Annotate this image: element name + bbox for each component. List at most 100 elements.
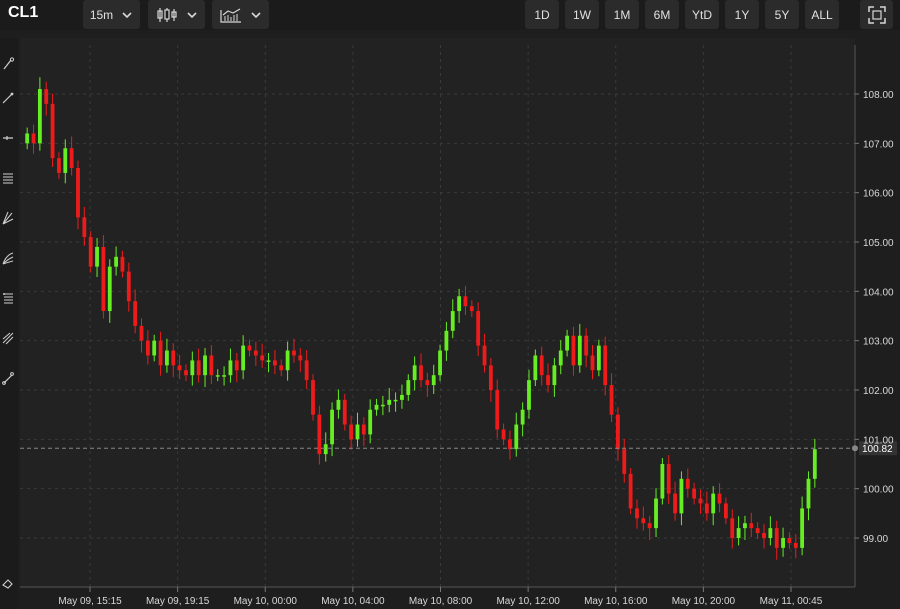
candle-body — [755, 528, 760, 534]
range-button-1w[interactable]: 1W — [565, 0, 599, 29]
fib-retracement-icon — [2, 173, 13, 184]
candle — [704, 491, 709, 521]
candle — [355, 412, 360, 447]
price-chart[interactable]: 100.82 108.00 107.00 106.00 105.00 104.00 103… — [0, 0, 900, 609]
candle — [476, 302, 481, 356]
x-tick-label: May 09, 15:15 — [58, 596, 122, 607]
candle — [380, 395, 385, 416]
interval-dropdown[interactable]: 15m — [83, 0, 140, 29]
chart-toolbar: CL1 15m 1D 1W 1M 6M YtD 1Y 5Y ALL — [0, 0, 900, 30]
y-tick-label: 103.00 — [863, 337, 894, 348]
candle-body — [222, 375, 226, 377]
candle — [330, 402, 334, 457]
candle-body — [501, 429, 506, 440]
trend-line-tool[interactable] — [0, 84, 15, 112]
candle — [520, 402, 525, 437]
candle-body — [711, 493, 716, 514]
eraser-tool[interactable] — [0, 569, 15, 597]
candle — [723, 497, 728, 525]
candle-body — [31, 133, 36, 144]
drawing-tools-sidebar — [0, 38, 18, 609]
candle — [133, 289, 138, 334]
candle — [577, 323, 582, 373]
fib-retracement-tool[interactable] — [0, 164, 15, 192]
candle-body — [165, 350, 169, 366]
fullscreen-button[interactable] — [860, 0, 893, 29]
candle — [241, 335, 246, 380]
y-tick-label: 108.00 — [863, 90, 894, 101]
indicators-dropdown[interactable] — [212, 0, 269, 29]
measure-tool[interactable] — [0, 364, 15, 392]
candle — [558, 340, 563, 375]
candle-body — [107, 266, 112, 312]
range-label: 1Y — [734, 7, 750, 22]
candle — [546, 363, 550, 393]
candle — [641, 506, 646, 531]
range-label: 1M — [613, 7, 631, 22]
candle — [768, 516, 773, 546]
range-label: 1W — [573, 7, 591, 22]
chart-type-dropdown[interactable] — [148, 0, 205, 29]
candle — [774, 520, 779, 560]
candle-body — [317, 414, 322, 455]
candle — [495, 379, 500, 439]
chevron-down-icon — [250, 11, 261, 18]
fib-fan-tool[interactable] — [0, 244, 15, 272]
candle — [793, 534, 798, 559]
fib-extension-tool[interactable] — [0, 324, 15, 352]
candle — [266, 353, 271, 373]
candle-body — [279, 365, 284, 371]
candle-body — [476, 311, 481, 346]
candle-body — [539, 355, 544, 376]
candle — [57, 152, 61, 179]
range-button-ytd[interactable]: YtD — [685, 0, 719, 29]
candle-body — [361, 424, 366, 435]
candle — [260, 343, 265, 368]
candle — [165, 338, 169, 373]
candle — [590, 345, 595, 380]
candle-body — [234, 360, 239, 371]
brush-tool[interactable] — [0, 50, 15, 78]
candle — [787, 532, 792, 549]
range-button-all[interactable]: ALL — [805, 0, 839, 29]
indicators-icon — [219, 7, 241, 23]
candle — [501, 423, 506, 446]
trend-line-icon — [2, 92, 13, 104]
candle — [666, 455, 671, 504]
candle — [323, 432, 328, 462]
candle — [228, 348, 233, 383]
x-tick-label: May 10, 00:00 — [234, 596, 298, 607]
candle — [755, 522, 760, 539]
horizontal-line-tool[interactable] — [0, 124, 15, 152]
range-button-6m[interactable]: 6M — [645, 0, 679, 29]
last-price-box — [859, 441, 897, 456]
candle-body — [158, 340, 163, 366]
candle — [616, 407, 620, 462]
candle-body — [304, 360, 309, 381]
candle-body — [565, 335, 570, 351]
candle-body — [692, 488, 697, 499]
range-button-1m[interactable]: 1M — [605, 0, 639, 29]
candle-body — [82, 217, 87, 238]
candle-body — [63, 148, 68, 173]
candle-body — [584, 335, 589, 356]
pitchfork-tool[interactable] — [0, 204, 15, 232]
candle — [679, 471, 684, 526]
candle-body — [800, 508, 805, 548]
chevron-down-icon — [122, 11, 132, 18]
candle-body — [488, 365, 493, 390]
range-button-5y[interactable]: 5Y — [765, 0, 799, 29]
plot-area — [20, 38, 855, 587]
candle-body — [730, 518, 735, 538]
range-button-1d[interactable]: 1D — [525, 0, 559, 29]
candle-body — [152, 340, 157, 356]
y-tick-label: 99.00 — [863, 534, 888, 545]
candle-body — [209, 355, 214, 376]
candle-body — [419, 365, 423, 381]
candle — [450, 299, 455, 339]
candle-body — [368, 409, 373, 435]
range-button-1y[interactable]: 1Y — [725, 0, 759, 29]
candle-body — [717, 493, 722, 504]
candle — [539, 346, 544, 386]
fib-channel-tool[interactable] — [0, 284, 15, 312]
